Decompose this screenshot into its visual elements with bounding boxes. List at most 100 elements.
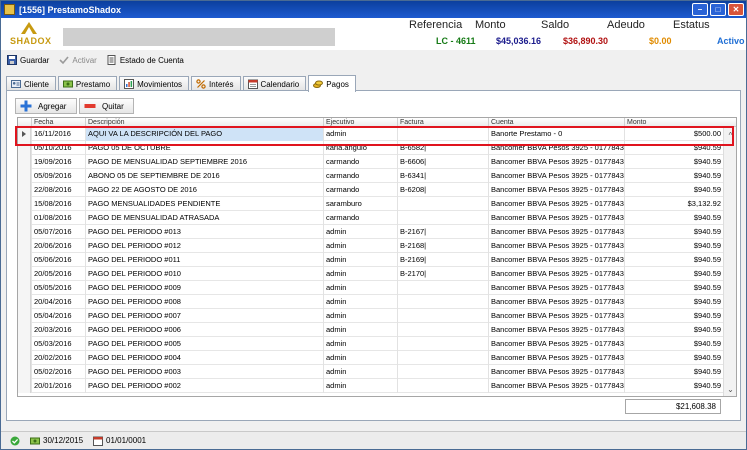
cell-monto[interactable]: $940.59 bbox=[624, 323, 724, 337]
cell-descripcion[interactable]: PAGO DEL PERIODO #012 bbox=[85, 239, 323, 253]
cell-cuenta[interactable]: Bancomer BBVA Pesos 3925 - 0177843... bbox=[488, 351, 624, 365]
minimize-button[interactable]: – bbox=[692, 3, 708, 16]
cell-cuenta[interactable]: Bancomer BBVA Pesos 3925 - 0177843... bbox=[488, 155, 624, 169]
cell-fecha[interactable]: 05/06/2016 bbox=[31, 253, 85, 267]
cell-fecha[interactable]: 05/03/2016 bbox=[31, 337, 85, 351]
table-row[interactable]: 22/08/2016 PAGO 22 DE AGOSTO DE 2016 carma… bbox=[18, 183, 724, 197]
cell-ejecutivo[interactable]: admin bbox=[323, 225, 397, 239]
cell-cuenta[interactable]: Bancomer BBVA Pesos 3925 - 0177843... bbox=[488, 337, 624, 351]
cell-ejecutivo[interactable]: admin bbox=[323, 127, 397, 141]
cell-fecha[interactable]: 20/06/2016 bbox=[31, 239, 85, 253]
cell-cuenta[interactable]: Bancomer BBVA Pesos 3925 - 0177843... bbox=[488, 309, 624, 323]
row-header[interactable] bbox=[18, 281, 31, 295]
cell-monto[interactable]: $940.59 bbox=[624, 155, 724, 169]
tab-calendario[interactable]: Calendario bbox=[242, 76, 307, 91]
table-row[interactable]: 05/04/2016 PAGO DEL PERIODO #007 admin Banc… bbox=[18, 309, 724, 323]
cell-fecha[interactable]: 05/07/2016 bbox=[31, 225, 85, 239]
cell-descripcion[interactable]: PAGO DEL PERIODO #010 bbox=[85, 267, 323, 281]
cell-descripcion[interactable]: PAGO DEL PERIODO #003 bbox=[85, 365, 323, 379]
row-header[interactable] bbox=[18, 351, 31, 365]
cell-factura[interactable] bbox=[397, 337, 488, 351]
grid-scrollbar[interactable]: ^ ⌄ bbox=[723, 127, 736, 396]
cell-monto[interactable]: $940.59 bbox=[624, 379, 724, 393]
cell-factura[interactable]: B-2168| bbox=[397, 239, 488, 253]
cell-ejecutivo[interactable]: admin bbox=[323, 239, 397, 253]
cell-fecha[interactable]: 15/08/2016 bbox=[31, 197, 85, 211]
cell-factura[interactable]: B-2167| bbox=[397, 225, 488, 239]
cell-monto[interactable]: $940.59 bbox=[624, 295, 724, 309]
table-row[interactable]: 20/05/2016 PAGO DEL PERIODO #010 admin B-21… bbox=[18, 267, 724, 281]
cell-descripcion[interactable]: PAGO DEL PERIODO #004 bbox=[85, 351, 323, 365]
row-header[interactable] bbox=[18, 225, 31, 239]
cell-fecha[interactable]: 05/04/2016 bbox=[31, 309, 85, 323]
cell-factura[interactable] bbox=[397, 127, 488, 141]
row-header[interactable] bbox=[18, 141, 31, 155]
tab-interes[interactable]: Interés bbox=[191, 76, 241, 91]
cell-factura[interactable]: B-6606| bbox=[397, 155, 488, 169]
cell-fecha[interactable]: 20/04/2016 bbox=[31, 295, 85, 309]
cell-descripcion[interactable]: PAGO DE MENSUALIDAD ATRASADA bbox=[85, 211, 323, 225]
table-row[interactable]: 20/02/2016 PAGO DEL PERIODO #004 admin Banc… bbox=[18, 351, 724, 365]
cell-fecha[interactable]: 05/10/2016 bbox=[31, 141, 85, 155]
cell-cuenta[interactable]: Bancomer BBVA Pesos 3925 - 0177843... bbox=[488, 183, 624, 197]
cell-fecha[interactable]: 16/11/2016 bbox=[31, 127, 85, 141]
cell-fecha[interactable]: 20/01/2016 bbox=[31, 379, 85, 393]
table-row[interactable]: 20/04/2016 PAGO DEL PERIODO #008 admin Banc… bbox=[18, 295, 724, 309]
row-header[interactable] bbox=[18, 211, 31, 225]
cell-factura[interactable]: B-6208| bbox=[397, 183, 488, 197]
cell-descripcion[interactable]: PAGO DEL PERIODO #002 bbox=[85, 379, 323, 393]
maximize-button[interactable]: □ bbox=[710, 3, 726, 16]
cell-descripcion[interactable]: PAGO 22 DE AGOSTO DE 2016 bbox=[85, 183, 323, 197]
table-row[interactable]: 05/07/2016 PAGO DEL PERIODO #013 admin B-21… bbox=[18, 225, 724, 239]
table-row[interactable]: 05/09/2016 ABONO 05 DE SEPTIEMBRE DE 2016… bbox=[18, 169, 724, 183]
table-row[interactable]: 05/06/2016 PAGO DEL PERIODO #011 admin B-21… bbox=[18, 253, 724, 267]
cell-factura[interactable] bbox=[397, 211, 488, 225]
cell-ejecutivo[interactable]: carmando bbox=[323, 155, 397, 169]
cell-ejecutivo[interactable]: carmando bbox=[323, 183, 397, 197]
row-header[interactable] bbox=[18, 127, 31, 141]
cell-factura[interactable] bbox=[397, 365, 488, 379]
table-row[interactable]: 19/09/2016 PAGO DE MENSUALIDAD SEPTIEMBRE… bbox=[18, 155, 724, 169]
col-monto[interactable]: Monto bbox=[624, 118, 724, 127]
cell-cuenta[interactable]: Bancomer BBVA Pesos 3925 - 0177843... bbox=[488, 169, 624, 183]
cell-monto[interactable]: $500.00 bbox=[624, 127, 724, 141]
cell-descripcion[interactable]: PAGO 05 DE OCTUBRE bbox=[85, 141, 323, 155]
cell-cuenta[interactable]: Bancomer BBVA Pesos 3925 - 0177843... bbox=[488, 197, 624, 211]
row-header[interactable] bbox=[18, 253, 31, 267]
row-header[interactable] bbox=[18, 295, 31, 309]
tab-cliente[interactable]: Cliente bbox=[6, 76, 56, 91]
cell-descripcion[interactable]: PAGO DEL PERIODO #008 bbox=[85, 295, 323, 309]
cell-descripcion[interactable]: PAGO DEL PERIODO #009 bbox=[85, 281, 323, 295]
cell-descripcion[interactable]: PAGO MENSUALIDADES PENDIENTE bbox=[85, 197, 323, 211]
cell-monto[interactable]: $940.59 bbox=[624, 281, 724, 295]
cell-descripcion[interactable]: PAGO DEL PERIODO #006 bbox=[85, 323, 323, 337]
table-row[interactable]: 05/02/2016 PAGO DEL PERIODO #003 admin Banc… bbox=[18, 365, 724, 379]
table-row[interactable]: 20/06/2016 PAGO DEL PERIODO #012 admin B-21… bbox=[18, 239, 724, 253]
row-header[interactable] bbox=[18, 155, 31, 169]
cell-ejecutivo[interactable]: admin bbox=[323, 323, 397, 337]
tab-movimientos[interactable]: Movimientos bbox=[119, 76, 190, 91]
cell-ejecutivo[interactable]: admin bbox=[323, 351, 397, 365]
cell-cuenta[interactable]: Bancomer BBVA Pesos 3925 - 0177843... bbox=[488, 281, 624, 295]
cell-monto[interactable]: $940.59 bbox=[624, 183, 724, 197]
cell-ejecutivo[interactable]: admin bbox=[323, 295, 397, 309]
table-row[interactable]: 20/01/2016 PAGO DEL PERIODO #002 admin Banc… bbox=[18, 379, 724, 393]
quitar-button[interactable]: Quitar bbox=[79, 98, 134, 114]
cell-descripcion[interactable]: PAGO DEL PERIODO #007 bbox=[85, 309, 323, 323]
table-row[interactable]: 15/08/2016 PAGO MENSUALIDADES PENDIENTE sa… bbox=[18, 197, 724, 211]
cell-factura[interactable] bbox=[397, 281, 488, 295]
cell-factura[interactable] bbox=[397, 351, 488, 365]
table-row[interactable]: 20/03/2016 PAGO DEL PERIODO #006 admin Banc… bbox=[18, 323, 724, 337]
cell-cuenta[interactable]: Bancomer BBVA Pesos 3925 - 0177843... bbox=[488, 295, 624, 309]
cell-descripcion[interactable]: PAGO DE MENSUALIDAD SEPTIEMBRE 2016 bbox=[85, 155, 323, 169]
cell-fecha[interactable]: 01/08/2016 bbox=[31, 211, 85, 225]
col-cuenta[interactable]: Cuenta bbox=[488, 118, 624, 127]
cell-factura[interactable] bbox=[397, 197, 488, 211]
cell-cuenta[interactable]: Bancomer BBVA Pesos 3925 - 0177843... bbox=[488, 211, 624, 225]
cell-descripcion[interactable]: PAGO DEL PERIODO #011 bbox=[85, 253, 323, 267]
cell-descripcion[interactable]: PAGO DEL PERIODO #013 bbox=[85, 225, 323, 239]
row-header[interactable] bbox=[18, 183, 31, 197]
cell-ejecutivo[interactable]: carmando bbox=[323, 211, 397, 225]
row-header[interactable] bbox=[18, 267, 31, 281]
estado-cuenta-button[interactable]: Estado de Cuenta bbox=[107, 55, 184, 65]
